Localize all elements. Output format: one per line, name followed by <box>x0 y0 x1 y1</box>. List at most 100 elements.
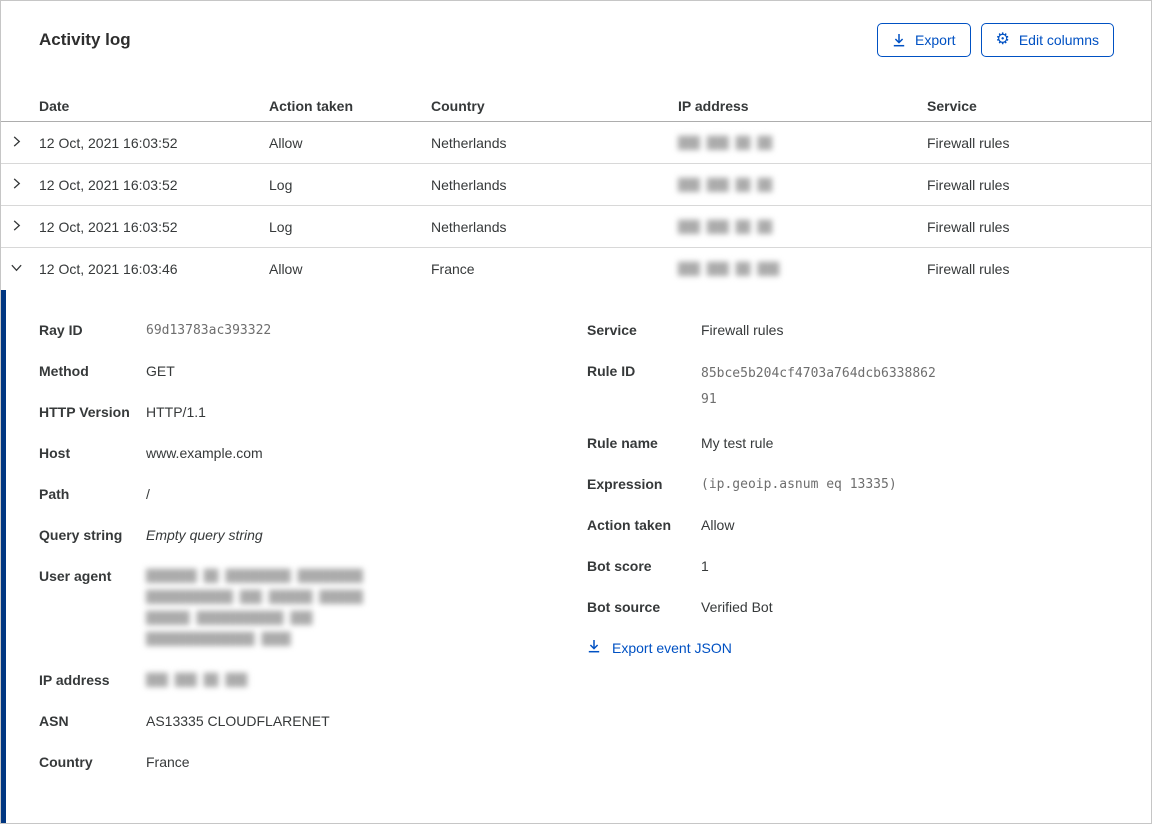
export-event-json-link[interactable]: Export event JSON <box>587 639 732 656</box>
field-value: GET <box>146 361 587 382</box>
edit-columns-button-label: Edit columns <box>1019 32 1099 48</box>
field-label: Bot score <box>587 556 701 577</box>
cell-ip-redacted: ███ ███ ██ ██ <box>678 178 927 192</box>
field-value: / <box>146 484 587 505</box>
edit-columns-button[interactable]: ⚙ Edit columns <box>981 23 1115 57</box>
detail-field-rule-id: Rule ID 85bce5b204cf4703a764dcb633886291 <box>587 361 1114 413</box>
export-button[interactable]: Export <box>877 23 970 57</box>
detail-field-path: Path / <box>39 484 587 505</box>
field-value: Allow <box>701 515 1114 536</box>
column-header-action: Action taken <box>269 98 431 114</box>
field-value: (ip.geoip.asnum eq 13335) <box>701 474 1114 495</box>
field-label: Action taken <box>587 515 701 536</box>
cell-service: Firewall rules <box>927 261 1151 277</box>
cell-ip-redacted: ███ ███ ██ ██ <box>678 220 927 234</box>
field-value-redacted: ███████ ██ █████████ █████████ █████████… <box>146 566 587 650</box>
cell-country: Netherlands <box>431 135 678 151</box>
redacted-line: ███████ ██ █████████ █████████ <box>146 566 587 587</box>
field-label: Bot source <box>587 597 701 618</box>
field-label: User agent <box>39 566 146 650</box>
field-label: Ray ID <box>39 320 146 341</box>
detail-right-column: Service Firewall rules Rule ID 85bce5b20… <box>587 320 1114 823</box>
cell-service: Firewall rules <box>927 219 1151 235</box>
cell-action: Log <box>269 177 431 193</box>
field-value: Empty query string <box>146 525 587 546</box>
field-value-redacted: ███ ███ ██ ███ <box>146 670 587 691</box>
header-actions: Export ⚙ Edit columns <box>877 23 1114 57</box>
field-value: www.example.com <box>146 443 587 464</box>
column-header-ip: IP address <box>678 98 927 114</box>
page-title: Activity log <box>39 30 131 50</box>
field-value: Firewall rules <box>701 320 1114 341</box>
download-icon <box>587 639 601 656</box>
cell-service: Firewall rules <box>927 135 1151 151</box>
field-label: IP address <box>39 670 146 691</box>
redacted-line: ███████████████ ████ <box>146 629 587 650</box>
card-header: Activity log Export ⚙ Edit columns <box>1 1 1151 57</box>
table-row-expanded[interactable]: 12 Oct, 2021 16:03:46 Allow France ███ █… <box>1 248 1151 290</box>
column-header-service: Service <box>927 98 1151 114</box>
cell-country: Netherlands <box>431 177 678 193</box>
field-label: Query string <box>39 525 146 546</box>
table-row[interactable]: 12 Oct, 2021 16:03:52 Log Netherlands ██… <box>1 164 1151 206</box>
detail-field-http-version: HTTP Version HTTP/1.1 <box>39 402 587 423</box>
collapse-row-button[interactable] <box>1 261 39 277</box>
gear-icon: ⚙ <box>996 32 1010 48</box>
field-label: HTTP Version <box>39 402 146 423</box>
field-value: France <box>146 752 587 773</box>
chevron-down-icon <box>10 261 23 277</box>
detail-field-query-string: Query string Empty query string <box>39 525 587 546</box>
detail-field-ip-address: IP address ███ ███ ██ ███ <box>39 670 587 691</box>
detail-field-rule-name: Rule name My test rule <box>587 433 1114 454</box>
field-label: Rule name <box>587 433 701 454</box>
detail-field-host: Host www.example.com <box>39 443 587 464</box>
table-row[interactable]: 12 Oct, 2021 16:03:52 Log Netherlands ██… <box>1 206 1151 248</box>
field-value: 69d13783ac393322 <box>146 320 587 341</box>
detail-field-asn: ASN AS13335 CLOUDFLARENET <box>39 711 587 732</box>
field-label: ASN <box>39 711 146 732</box>
field-label: Service <box>587 320 701 341</box>
field-label: Country <box>39 752 146 773</box>
cell-date: 12 Oct, 2021 16:03:46 <box>39 261 269 277</box>
detail-field-method: Method GET <box>39 361 587 382</box>
field-label: Method <box>39 361 146 382</box>
detail-field-ray-id: Ray ID 69d13783ac393322 <box>39 320 587 341</box>
cell-ip-redacted: ███ ███ ██ ██ <box>678 136 927 150</box>
detail-field-user-agent: User agent ███████ ██ █████████ ████████… <box>39 566 587 650</box>
cell-date: 12 Oct, 2021 16:03:52 <box>39 135 269 151</box>
field-label: Path <box>39 484 146 505</box>
expand-row-button[interactable] <box>1 219 39 235</box>
table-row[interactable]: 12 Oct, 2021 16:03:52 Allow Netherlands … <box>1 122 1151 164</box>
cell-action: Allow <box>269 261 431 277</box>
detail-field-country: Country France <box>39 752 587 773</box>
event-detail-panel: Ray ID 69d13783ac393322 Method GET HTTP … <box>1 290 1151 823</box>
field-value: HTTP/1.1 <box>146 402 587 423</box>
detail-left-column: Ray ID 69d13783ac393322 Method GET HTTP … <box>39 320 587 823</box>
field-label: Host <box>39 443 146 464</box>
field-value: AS13335 CLOUDFLARENET <box>146 711 587 732</box>
column-header-country: Country <box>431 98 678 114</box>
field-value: My test rule <box>701 433 1114 454</box>
cell-date: 12 Oct, 2021 16:03:52 <box>39 177 269 193</box>
export-button-label: Export <box>915 32 955 48</box>
cell-date: 12 Oct, 2021 16:03:52 <box>39 219 269 235</box>
detail-field-expression: Expression (ip.geoip.asnum eq 13335) <box>587 474 1114 495</box>
cell-action: Log <box>269 219 431 235</box>
cell-action: Allow <box>269 135 431 151</box>
field-label: Rule ID <box>587 361 701 413</box>
cell-country: France <box>431 261 678 277</box>
field-value: Verified Bot <box>701 597 1114 618</box>
chevron-right-icon <box>10 219 23 235</box>
detail-field-action-taken: Action taken Allow <box>587 515 1114 536</box>
cell-country: Netherlands <box>431 219 678 235</box>
chevron-right-icon <box>10 135 23 151</box>
field-value: 1 <box>701 556 1114 577</box>
expand-row-button[interactable] <box>1 135 39 151</box>
field-value: 85bce5b204cf4703a764dcb633886291 <box>701 361 942 413</box>
expand-row-button[interactable] <box>1 177 39 193</box>
activity-log-card: Activity log Export ⚙ Edit columns Date … <box>0 0 1152 824</box>
detail-field-bot-source: Bot source Verified Bot <box>587 597 1114 618</box>
chevron-right-icon <box>10 177 23 193</box>
cell-ip-redacted: ███ ███ ██ ███ <box>678 262 927 276</box>
redacted-line: ████████████ ███ ██████ ██████ <box>146 587 587 608</box>
